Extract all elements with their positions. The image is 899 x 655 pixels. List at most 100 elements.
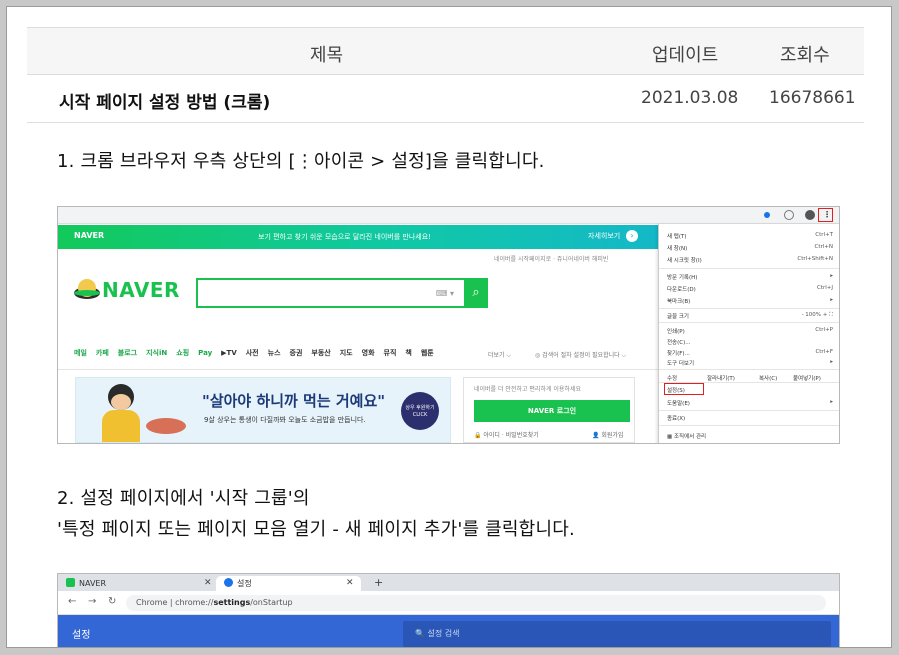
menu-print-key: Ctrl+P [815,327,833,333]
highlight-settings [664,383,704,395]
menu-incognito-key: Ctrl+Shift+N [797,256,833,262]
banner-message: 보기 편하고 찾기 쉬운 모습으로 달라진 네이버를 만나세요! [258,233,431,241]
menu-bookmarks: 북마크(B) [667,299,691,305]
row-date: 2021.03.08 [641,88,739,108]
gear-icon [224,578,233,587]
settings-search: 🔍 설정 검색 [403,621,831,647]
tab-settings-label: 설정 [237,579,252,588]
ad-person-illustration [98,382,142,442]
nav-item: 지도 [339,349,353,357]
nav-item: ▶TV [221,349,237,357]
nav-item: 쇼핑 [176,349,190,357]
header-title: 제목 [310,45,344,66]
nav-hint: ◎ 검색어 절차 설정이 필요합니다 ⌵ [535,352,627,359]
screenshot-naver-menu: ⋮ NAVER 보기 편하고 찾기 쉬운 모습으로 달라진 네이버를 만나세요!… [57,206,840,444]
close-icon: ✕ [346,578,354,588]
address-bar: Chrome | chrome://settings/onStartup [126,595,826,611]
row-title[interactable]: 시작 페이지 설정 방법 (크롬) [59,88,270,113]
nav-item: 증권 [289,349,303,357]
reload-icon: ↻ [108,596,117,607]
menu-history: 방문 기록(H) [667,275,698,281]
naver-ad-banner: "살아야 하니까 먹는 거예요" 9살 상우는 통생이 다질까봐 오늘도 소금밥… [75,377,451,443]
menu-exit: 종료(X) [667,416,686,422]
omni-prefix: Chrome | chrome:// [136,598,214,607]
row-views: 16678661 [769,88,856,108]
extension-icon [764,212,770,218]
menu-new-window: 새 창(N) [667,246,688,252]
naver-search-input: ⌨ ▾ [196,278,466,308]
omni-bold: settings [213,598,251,607]
nav-item: 뮤직 [383,349,397,357]
menu-paste: 붙여넣기(P) [793,376,821,382]
menu-managed-label: 조직에서 관리 [673,434,707,440]
menu-downloads-key: Ctrl+J [816,285,833,291]
nav-item: 웹툰 [420,349,434,357]
close-icon: ✕ [204,578,212,588]
nav-item: 책 [405,349,412,357]
tab-strip: NAVER ✕ 설정 ✕ + [58,574,839,591]
highlight-menu-dots [818,208,833,222]
menu-cut: 잘라내기(T) [707,376,735,382]
new-tab-icon: + [374,576,384,589]
naver-login-box: 네이버를 더 안전하고 편리하게 이용하세요 NAVER 로그인 🔒 아이디 ·… [463,377,635,443]
settings-header: 설정 🔍 설정 검색 [58,615,839,647]
menu-edit: 수정 [667,376,678,382]
naver-banner: NAVER 보기 편하고 찾기 쉬운 모습으로 달라진 네이버를 만나세요! 자… [58,225,658,249]
menu-help: 도움말(E) [667,401,690,407]
browser-toolbar: ⋮ [58,207,839,224]
menu-find: 찾기(F)... [667,351,690,357]
naver-favicon-icon [66,578,75,587]
menu-new-tab-key: Ctrl+T [815,232,833,238]
menu-new-tab: 새 탭(T) [667,234,687,240]
ad-food-illustration [146,418,186,434]
ad-title: "살아야 하니까 먹는 거예요" [202,392,386,410]
reader-icon [784,210,794,220]
banner-brand: NAVER [74,231,105,240]
naver-sublinks: 네이버를 시작페이지로 · 쥬니어네이버 해피빈 [494,256,609,263]
nav-item: 메일 [74,349,87,357]
chrome-menu: 새 탭(T) Ctrl+T 새 창(N) Ctrl+N 새 시크릿 창(I) C… [658,224,839,443]
tab-naver: NAVER ✕ [66,576,216,591]
settings-title: 설정 [72,630,91,641]
nav-item: 사전 [245,349,259,357]
menu-zoom-value: - 100% + ⛶ [801,312,833,318]
login-button: NAVER 로그인 [474,400,630,422]
nav-item: 카페 [95,349,109,357]
nav-item: 블로그 [117,349,138,357]
divider [58,369,658,370]
profile-icon [805,210,815,220]
arrow-right-icon: › [626,230,638,242]
nav-item: 지식iN [146,349,168,357]
menu-managed: ▦ 조직에서 관리 [667,434,707,440]
address-bar-row: ← → ↻ Chrome | chrome://settings/onStart… [58,591,839,615]
tab-settings: 설정 ✕ [216,576,361,591]
search-icon: ⌕ [464,278,488,308]
menu-find-key: Ctrl+F [815,349,833,355]
table-row[interactable]: 시작 페이지 설정 방법 (크롬) 2021.03.08 16678661 [27,75,864,123]
menu-new-window-key: Ctrl+N [814,244,833,250]
nav-item: 뉴스 [267,349,281,357]
nav-item: 영화 [361,349,375,357]
nav-item: 부동산 [311,349,331,357]
keyboard-icon: ⌨ ▾ [435,289,454,298]
menu-print: 인쇄(P) [667,329,685,335]
find-account-link: 🔒 아이디 · 비밀번호찾기 [474,432,539,439]
naver-logo-text: NAVER [102,278,180,302]
menu-zoom: 글꼴 크기 [667,314,689,320]
menu-incognito: 새 시크릿 창(I) [667,258,702,264]
join-link: 👤 회원가입 [592,432,624,439]
menu-cast: 전송(C)... [667,340,691,346]
nav-item: Pay [198,349,213,357]
nav-more: 더보기 ⌵ [488,352,512,359]
ad-subtitle: 9살 상우는 통생이 다질까봐 오늘도 소금밥을 만듭니다. [204,416,366,424]
screenshot-chrome-settings: NAVER ✕ 설정 ✕ + ← → ↻ Chrome | chrome://s… [57,573,840,647]
page-frame: 제목 업데이트 조회수 시작 페이지 설정 방법 (크롬) 2021.03.08… [6,6,892,648]
back-icon: ← [68,596,77,607]
naver-logo: NAVER [72,275,182,309]
menu-more-tools: 도구 더보기 [667,361,695,367]
step-2-line-1: 2. 설정 페이지에서 '시작 그룹'의 [57,488,310,509]
omni-suffix: /onStartup [250,598,293,607]
menu-downloads: 다운로드(D) [667,287,696,293]
naver-hat-icon [74,279,100,299]
table-header: 제목 업데이트 조회수 [27,27,864,75]
